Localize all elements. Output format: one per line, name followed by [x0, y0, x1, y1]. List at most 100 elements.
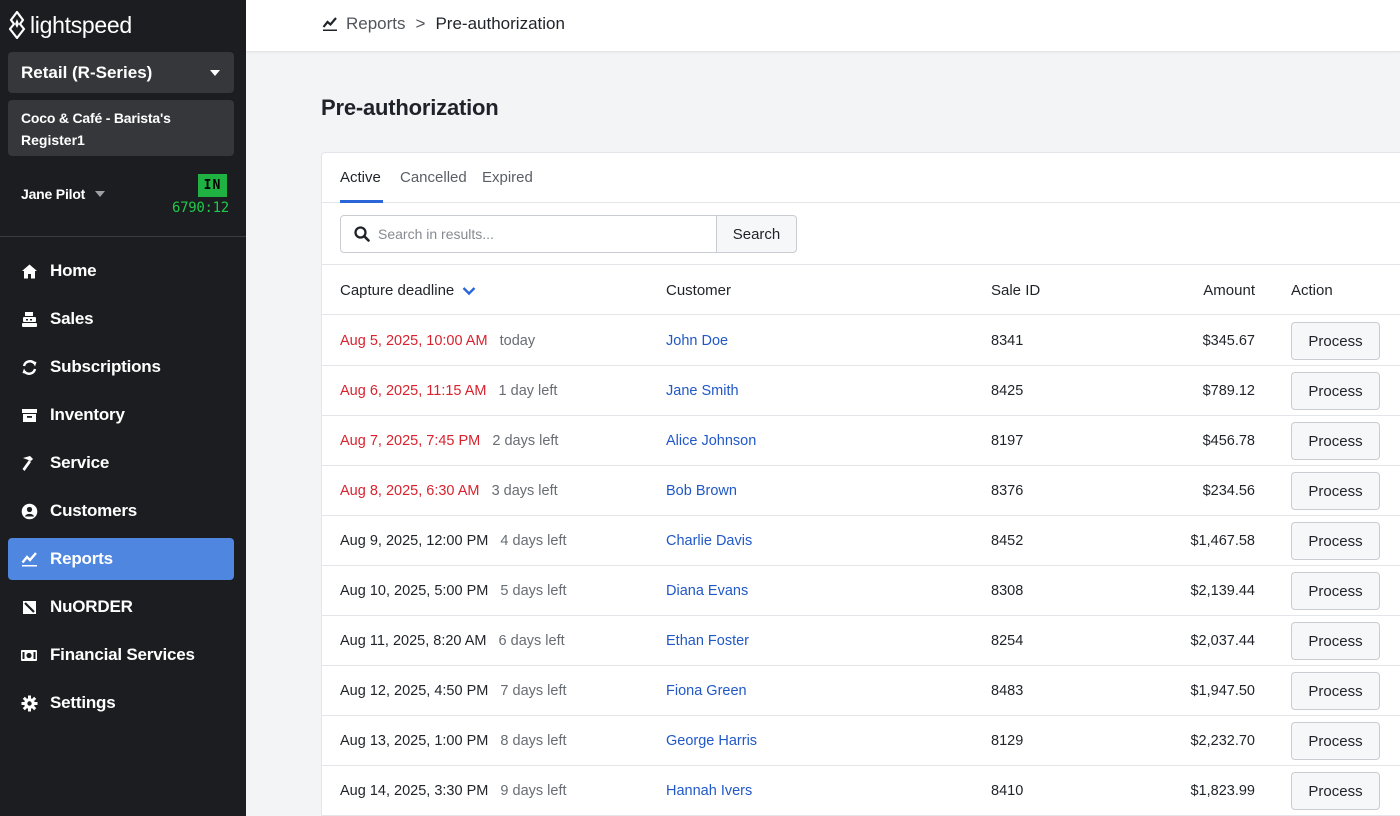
days-remaining: 8 days left	[500, 733, 567, 749]
sidebar: lightspeed Retail (R-Series) Coco & Café…	[0, 0, 246, 816]
amount: $345.67	[1202, 333, 1255, 349]
process-button[interactable]: Process	[1291, 472, 1380, 510]
process-button[interactable]: Process	[1291, 322, 1380, 360]
table-header: Capture deadline Customer Sale ID Amount…	[322, 265, 1400, 315]
process-button[interactable]: Process	[1291, 772, 1380, 810]
deadline-date: Aug 10, 2025, 5:00 PM	[340, 583, 489, 599]
process-button[interactable]: Process	[1291, 522, 1380, 560]
deadline-date: Aug 12, 2025, 4:50 PM	[340, 683, 489, 699]
breadcrumb-current: Pre-authorization	[435, 14, 565, 33]
sidebar-item-label: Financial Services	[50, 645, 195, 664]
customer-link[interactable]: George Harris	[666, 733, 757, 749]
deadline-cell: Aug 10, 2025, 5:00 PM 5 days left	[340, 583, 567, 599]
home-icon	[20, 262, 38, 280]
sidebar-item-label: NuORDER	[50, 597, 133, 616]
sidebar-item-label: Reports	[50, 549, 113, 568]
deadline-cell: Aug 8, 2025, 6:30 AM 3 days left	[340, 483, 558, 499]
column-header-customer: Customer	[666, 282, 732, 299]
deadline-cell: Aug 5, 2025, 10:00 AM today	[340, 333, 535, 349]
process-button[interactable]: Process	[1291, 672, 1380, 710]
customer-link[interactable]: Diana Evans	[666, 583, 748, 599]
tab-active[interactable]: Active	[340, 169, 381, 186]
table-row: Aug 12, 2025, 4:50 PM 7 days left Fiona …	[322, 666, 1400, 716]
process-button[interactable]: Process	[1291, 722, 1380, 760]
brand-name: lightspeed	[30, 11, 132, 38]
chart-line-icon	[322, 16, 338, 32]
sale-id: 8483	[991, 683, 1024, 699]
sidebar-item-customers[interactable]: Customers	[8, 490, 234, 532]
days-remaining: 3 days left	[491, 483, 558, 499]
process-button[interactable]: Process	[1291, 622, 1380, 660]
customer-link[interactable]: Charlie Davis	[666, 533, 752, 549]
table-row: Aug 7, 2025, 7:45 PM 2 days left Alice J…	[322, 416, 1400, 466]
customer-link[interactable]: John Doe	[666, 333, 728, 349]
user-circle-icon	[20, 502, 38, 520]
deadline-date: Aug 9, 2025, 12:00 PM	[340, 533, 489, 549]
table-row: Aug 9, 2025, 12:00 PM 4 days left Charli…	[322, 516, 1400, 566]
customer-link[interactable]: Bob Brown	[666, 483, 737, 499]
column-header-amount: Amount	[1203, 282, 1255, 299]
deadline-date: Aug 14, 2025, 3:30 PM	[340, 783, 489, 799]
customer-link[interactable]: Hannah Ivers	[666, 783, 752, 799]
register-name: Register1	[21, 132, 85, 148]
sale-id: 8129	[991, 733, 1024, 749]
process-button[interactable]: Process	[1291, 572, 1380, 610]
customer-link[interactable]: Ethan Foster	[666, 633, 749, 649]
clock-id: 6790:12	[172, 200, 229, 216]
gear-icon	[20, 694, 38, 712]
sidebar-item-reports[interactable]: Reports	[8, 538, 234, 580]
sidebar-item-inventory[interactable]: Inventory	[8, 394, 234, 436]
table-row: Aug 13, 2025, 1:00 PM 8 days left George…	[322, 716, 1400, 766]
table-row: Aug 14, 2025, 3:30 PM 9 days left Hannah…	[322, 766, 1400, 816]
product-select[interactable]: Retail (R-Series)	[8, 52, 234, 93]
register-icon	[20, 310, 38, 328]
amount: $234.56	[1202, 483, 1255, 499]
amount: $1,947.50	[1190, 683, 1255, 699]
sidebar-nav: Home Sales Subscriptions Inventory Servi…	[8, 250, 234, 730]
deadline-date: Aug 11, 2025, 8:20 AM	[340, 633, 487, 649]
sale-id: 8341	[991, 333, 1024, 349]
days-remaining: 4 days left	[500, 533, 567, 549]
sidebar-item-home[interactable]: Home	[8, 250, 234, 292]
search-button[interactable]: Search	[716, 215, 797, 253]
sidebar-item-settings[interactable]: Settings	[8, 682, 234, 724]
amount: $789.12	[1202, 383, 1255, 399]
amount: $2,139.44	[1190, 583, 1255, 599]
register-selector[interactable]: Coco & Café - Barista's Register1	[8, 100, 234, 156]
sidebar-item-label: Sales	[50, 309, 94, 328]
sidebar-item-subscriptions[interactable]: Subscriptions	[8, 346, 234, 388]
amount: $1,823.99	[1190, 783, 1255, 799]
sidebar-item-financial-services[interactable]: Financial Services	[8, 634, 234, 676]
user-name: Jane Pilot	[21, 186, 86, 202]
page-title: Pre-authorization	[321, 95, 499, 120]
process-button[interactable]: Process	[1291, 422, 1380, 460]
breadcrumb-separator: >	[415, 14, 426, 33]
deadline-cell: Aug 9, 2025, 12:00 PM 4 days left	[340, 533, 567, 549]
column-header-capture-deadline[interactable]: Capture deadline	[340, 282, 476, 299]
breadcrumb: Reports > Pre-authorization	[322, 14, 565, 34]
sale-id: 8376	[991, 483, 1024, 499]
deadline-cell: Aug 6, 2025, 11:15 AM 1 day left	[340, 383, 557, 399]
amount: $1,467.58	[1190, 533, 1255, 549]
caret-down-icon	[210, 69, 220, 76]
search-input[interactable]	[378, 226, 698, 242]
customer-link[interactable]: Jane Smith	[666, 383, 739, 399]
sidebar-item-sales[interactable]: Sales	[8, 298, 234, 340]
money-icon	[20, 646, 38, 664]
days-remaining: today	[499, 333, 536, 349]
customer-link[interactable]: Alice Johnson	[666, 433, 756, 449]
tab-expired[interactable]: Expired	[482, 169, 533, 186]
sale-id: 8254	[991, 633, 1024, 649]
breadcrumb-reports-link[interactable]: Reports	[346, 14, 406, 34]
deadline-date: Aug 8, 2025, 6:30 AM	[340, 483, 480, 499]
days-remaining: 7 days left	[500, 683, 567, 699]
sidebar-item-nuorder[interactable]: NuORDER	[8, 586, 234, 628]
deadline-cell: Aug 7, 2025, 7:45 PM 2 days left	[340, 433, 558, 449]
customer-link[interactable]: Fiona Green	[666, 683, 747, 699]
sidebar-item-service[interactable]: Service	[8, 442, 234, 484]
process-button[interactable]: Process	[1291, 372, 1380, 410]
lightspeed-logo[interactable]: lightspeed	[8, 10, 132, 40]
refresh-icon	[20, 358, 38, 376]
user-menu[interactable]: Jane Pilot	[21, 186, 106, 202]
tab-cancelled[interactable]: Cancelled	[400, 169, 467, 186]
